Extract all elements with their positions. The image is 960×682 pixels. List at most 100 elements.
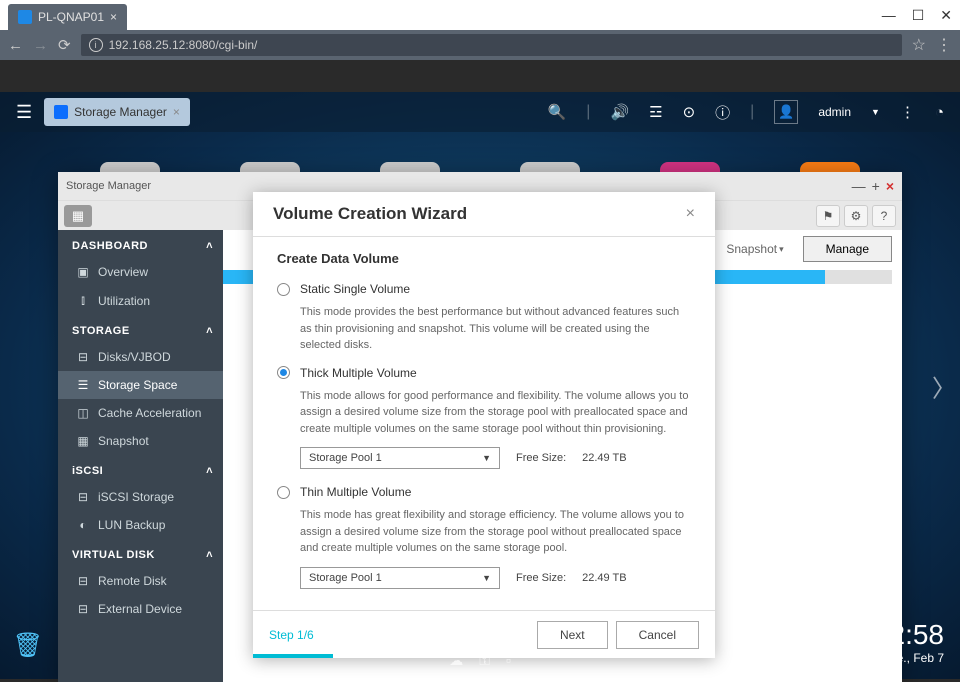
wizard-title: Volume Creation Wizard bbox=[273, 204, 467, 224]
tab-close-icon[interactable]: × bbox=[110, 10, 117, 24]
close-icon[interactable]: × bbox=[886, 178, 894, 194]
back-icon[interactable]: ← bbox=[8, 37, 23, 54]
option-description: This mode allows for good performance an… bbox=[300, 388, 691, 438]
radio-thin-multiple[interactable] bbox=[277, 486, 290, 499]
site-info-icon[interactable]: i bbox=[89, 38, 103, 52]
wizard-header: Volume Creation Wizard × bbox=[253, 192, 715, 237]
snapshot-icon: ▦ bbox=[76, 434, 90, 448]
user-avatar-icon[interactable]: 👤 bbox=[774, 100, 798, 124]
snapshot-button[interactable]: Snapshot▾ bbox=[715, 236, 794, 262]
minimize-icon[interactable]: — bbox=[852, 178, 866, 194]
cloud-icon[interactable]: ☁ bbox=[449, 652, 463, 669]
option-thick-multiple: Thick Multiple Volume This mode allows f… bbox=[277, 366, 691, 470]
browser-toolbar: ← → ⟳ i 192.168.25.12:8080/cgi-bin/ ☆ ⋮ bbox=[0, 30, 960, 60]
sidebar-item-storage-space[interactable]: ☰Storage Space bbox=[58, 371, 223, 399]
disk-icon: ⊟ bbox=[76, 350, 90, 364]
volume-creation-wizard: Volume Creation Wizard × Create Data Vol… bbox=[253, 192, 715, 658]
sidebar-section-dashboard[interactable]: DASHBOARD˄ bbox=[58, 230, 223, 258]
user-dropdown-icon[interactable]: ▼ bbox=[871, 107, 880, 117]
sidebar-item-cache[interactable]: ◫Cache Acceleration bbox=[58, 399, 223, 427]
tasks-icon[interactable]: ☲ bbox=[649, 103, 662, 121]
wizard-body: Create Data Volume Static Single Volume … bbox=[253, 237, 715, 610]
radio-thick-multiple[interactable] bbox=[277, 366, 290, 379]
gear-icon[interactable]: ⚙ bbox=[844, 205, 868, 227]
menu-icon[interactable]: ⋮ bbox=[936, 35, 952, 55]
book-icon[interactable]: ▫ bbox=[506, 652, 511, 669]
storage-pool-select[interactable]: Storage Pool 1 ▼ bbox=[300, 447, 500, 469]
free-size-label: Free Size: bbox=[516, 572, 566, 584]
chevron-down-icon: ▼ bbox=[482, 453, 491, 463]
chevron-up-icon: ˄ bbox=[206, 240, 213, 252]
iscsi-icon: ⊟ bbox=[76, 490, 90, 504]
desktop-pager[interactable] bbox=[459, 633, 501, 639]
close-icon[interactable]: ✕ bbox=[940, 7, 952, 24]
devices-icon[interactable]: ⊙ bbox=[683, 103, 696, 121]
help-icon[interactable]: ? bbox=[872, 205, 896, 227]
radio-label[interactable]: Thin Multiple Volume bbox=[300, 485, 411, 499]
volume-icon[interactable]: 🔊 bbox=[610, 103, 629, 121]
star-icon[interactable]: ☆ bbox=[912, 35, 926, 55]
pager-dot[interactable] bbox=[477, 633, 483, 639]
wizard-subtitle: Create Data Volume bbox=[277, 251, 691, 266]
reload-icon[interactable]: ⟳ bbox=[58, 36, 71, 54]
chevron-up-icon: ˄ bbox=[206, 465, 213, 477]
next-button[interactable]: Next bbox=[537, 621, 608, 649]
recycle-bin-icon[interactable]: 🗑 bbox=[12, 627, 44, 663]
menu-icon[interactable]: ☰ bbox=[16, 102, 32, 123]
pager-dot[interactable] bbox=[459, 633, 465, 639]
sidebar-item-disks[interactable]: ⊟Disks/VJBOD bbox=[58, 343, 223, 371]
sidebar-section-iscsi[interactable]: iSCSI˄ bbox=[58, 455, 223, 483]
radio-label[interactable]: Thick Multiple Volume bbox=[300, 366, 417, 380]
clock: 12:58 Tue., Feb 7 bbox=[874, 619, 944, 665]
sidebar-section-storage[interactable]: STORAGE˄ bbox=[58, 315, 223, 343]
dashboard-icon[interactable]: ◔ bbox=[935, 104, 944, 121]
radio-label[interactable]: Static Single Volume bbox=[300, 282, 410, 296]
sidebar-item-overview[interactable]: ▣Overview bbox=[58, 258, 223, 286]
select-value: Storage Pool 1 bbox=[309, 452, 382, 464]
sidebar-item-utilization[interactable]: ⫾Utilization bbox=[58, 286, 223, 315]
progress-indicator bbox=[253, 654, 333, 658]
window-controls: — ☐ ✕ bbox=[882, 0, 960, 30]
pager-dot[interactable] bbox=[495, 633, 501, 639]
storage-pool-select[interactable]: Storage Pool 1 ▼ bbox=[300, 567, 500, 589]
forward-icon[interactable]: → bbox=[33, 37, 48, 54]
option-static-single: Static Single Volume This mode provides … bbox=[277, 282, 691, 354]
sidebar-item-remote-disk[interactable]: ⊟Remote Disk bbox=[58, 567, 223, 595]
sidebar-item-iscsi-storage[interactable]: ⊟iSCSI Storage bbox=[58, 483, 223, 511]
address-bar[interactable]: i 192.168.25.12:8080/cgi-bin/ bbox=[81, 34, 902, 56]
maximize-icon[interactable]: ☐ bbox=[912, 7, 925, 24]
free-size-label: Free Size: bbox=[516, 452, 566, 464]
sidebar-item-external-device[interactable]: ⊟External Device bbox=[58, 595, 223, 623]
info-icon[interactable]: ⓘ bbox=[715, 102, 730, 123]
lun-icon: ◐ bbox=[76, 518, 90, 532]
storage-icon: ☰ bbox=[76, 378, 90, 392]
app-tab-storage-manager[interactable]: Storage Manager × bbox=[44, 98, 190, 126]
app-icon bbox=[54, 105, 68, 119]
pool-row: Storage Pool 1 ▼ Free Size: 22.49 TB bbox=[300, 567, 691, 589]
chevron-down-icon: ▼ bbox=[482, 573, 491, 583]
sidebar-item-lun-backup[interactable]: ◐LUN Backup bbox=[58, 511, 223, 539]
search-icon[interactable]: 🔍 bbox=[548, 103, 567, 121]
radio-static-single[interactable] bbox=[277, 283, 290, 296]
flag-icon[interactable]: ⚑ bbox=[816, 205, 840, 227]
app-tab-close-icon[interactable]: × bbox=[173, 105, 180, 119]
desktop-next-icon[interactable]: 〉 bbox=[932, 368, 956, 403]
app-tab-label: Storage Manager bbox=[74, 105, 167, 119]
free-size-value: 22.49 TB bbox=[582, 572, 626, 584]
manage-button[interactable]: Manage bbox=[803, 236, 892, 262]
browser-tab[interactable]: PL-QNAP01 × bbox=[8, 4, 127, 30]
close-icon[interactable]: × bbox=[686, 205, 695, 223]
home-icon[interactable]: ▦ bbox=[64, 205, 92, 227]
minimize-icon[interactable]: — bbox=[882, 7, 896, 23]
cancel-button[interactable]: Cancel bbox=[616, 621, 699, 649]
sidebar-section-virtual-disk[interactable]: VIRTUAL DISK˄ bbox=[58, 539, 223, 567]
key-icon[interactable]: ⚿ bbox=[479, 652, 490, 669]
more-icon[interactable]: ⋮ bbox=[900, 103, 915, 121]
browser-tabs-bar: PL-QNAP01 × bbox=[0, 0, 960, 30]
user-name[interactable]: admin bbox=[818, 105, 851, 119]
qnap-desktop: ☰ Storage Manager × 🔍 | 🔊 ☲ ⊙ ⓘ | 👤 admi… bbox=[0, 92, 960, 679]
chevron-up-icon: ˄ bbox=[206, 325, 213, 337]
maximize-icon[interactable]: + bbox=[872, 178, 880, 194]
tab-title: PL-QNAP01 bbox=[38, 10, 104, 24]
sidebar-item-snapshot[interactable]: ▦Snapshot bbox=[58, 427, 223, 455]
